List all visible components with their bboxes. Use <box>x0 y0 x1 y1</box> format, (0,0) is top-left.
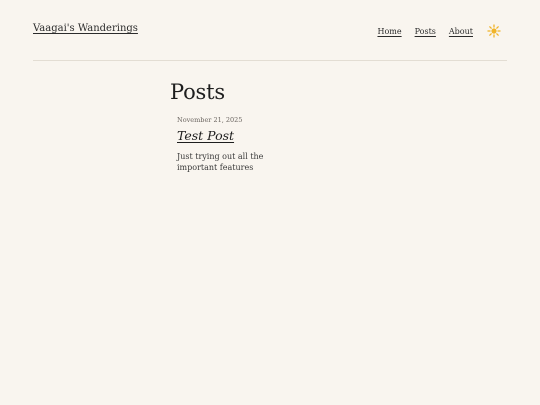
main-nav: Home Posts About <box>364 24 501 38</box>
sun-icon <box>487 24 501 38</box>
site-title-link[interactable]: Vaagai's Wanderings <box>33 23 138 34</box>
nav-link-home[interactable]: Home <box>377 27 401 36</box>
post-title-link[interactable]: Test Post <box>177 128 234 143</box>
post-date: November 21, 2025 <box>177 116 243 124</box>
nav-link-about[interactable]: About <box>449 27 473 36</box>
main-content: Posts November 21, 2025 Test Post Just t… <box>170 80 370 173</box>
site-header: Vaagai's Wanderings Home Posts About <box>33 0 507 61</box>
post-excerpt: Just trying out all the important featur… <box>177 152 264 172</box>
page-title: Posts <box>170 80 225 104</box>
post-list-item: November 21, 2025 Test Post Just trying … <box>177 116 277 173</box>
nav-link-posts[interactable]: Posts <box>415 27 436 36</box>
theme-toggle-button[interactable] <box>487 24 501 38</box>
